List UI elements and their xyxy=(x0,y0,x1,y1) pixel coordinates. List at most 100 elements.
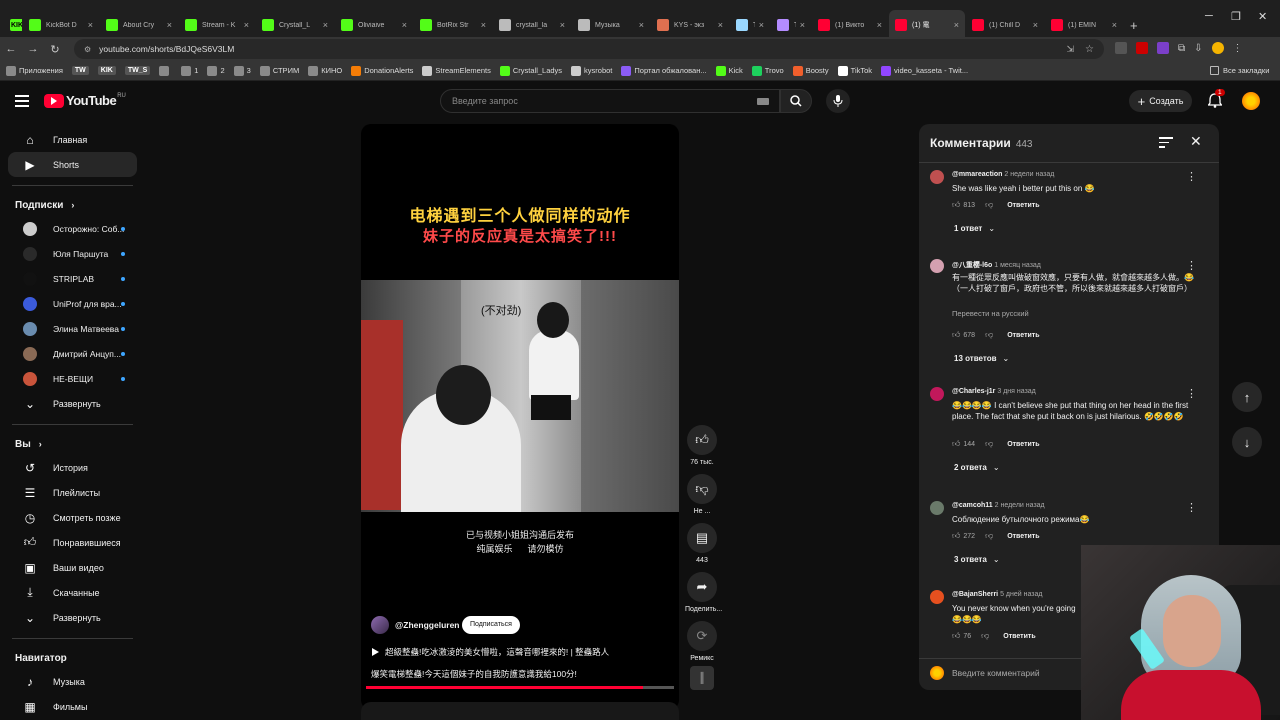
back-icon[interactable]: ← xyxy=(0,43,22,55)
close-tab-icon[interactable]: × xyxy=(402,20,407,30)
close-tab-icon[interactable]: × xyxy=(481,20,486,30)
install-icon[interactable]: ⇲ xyxy=(1066,44,1074,55)
bookmark[interactable]: Boosty xyxy=(792,65,829,76)
browser-tab[interactable]: (1) EMIN × xyxy=(1045,10,1123,40)
sidebar-item[interactable]: ⌂ Главная xyxy=(8,127,137,152)
bookmark[interactable]: Kick xyxy=(715,65,743,76)
dislike-icon[interactable]: 👎︎ xyxy=(981,631,989,641)
bookmark[interactable]: TW_S xyxy=(124,66,151,75)
bookmark[interactable]: 1 xyxy=(181,65,198,76)
bookmark[interactable]: StreamElements xyxy=(422,65,491,76)
bookmark[interactable]: Портал обжалован... xyxy=(621,65,707,76)
bookmark[interactable]: Trovo xyxy=(751,65,784,76)
close-tab-icon[interactable]: × xyxy=(167,20,172,30)
comment-avatar[interactable] xyxy=(930,590,944,604)
browser-tab[interactable]: KickBot D × xyxy=(23,10,99,40)
close-tab-icon[interactable]: × xyxy=(954,20,959,30)
dislike-icon[interactable]: 👎︎ xyxy=(985,439,993,449)
comment-input[interactable]: Введите комментарий xyxy=(952,668,1040,678)
browser-tab[interactable]: (1) 電 × xyxy=(889,10,965,40)
keyboard-icon[interactable] xyxy=(757,97,769,105)
dislike-icon[interactable]: 👎︎ xyxy=(985,200,993,210)
comments-button[interactable]: ▤ 443 xyxy=(685,523,719,564)
like-icon[interactable]: 👍︎ xyxy=(952,330,960,340)
bookmark[interactable]: video_kasseta - Twit... xyxy=(881,65,968,76)
next-short-button[interactable]: ↓ xyxy=(1232,427,1262,457)
reply-button[interactable]: Ответить xyxy=(1007,332,1039,339)
sort-icon[interactable] xyxy=(1159,137,1173,148)
subscription-item[interactable]: Юля Паршута xyxy=(8,241,137,266)
close-window-icon[interactable]: ✕ xyxy=(1258,10,1267,23)
bookmark[interactable]: kysrobot xyxy=(571,65,612,76)
sidebar-item[interactable]: ☰ Плейлисты xyxy=(8,480,137,505)
reply-button[interactable]: Ответить xyxy=(1007,533,1039,540)
replies-toggle[interactable]: 2 ответа ⌄ xyxy=(954,463,1000,472)
extension-icon[interactable] xyxy=(1136,42,1148,54)
site-info-icon[interactable]: ⚙ xyxy=(84,45,91,54)
subscription-item[interactable]: Дмитрий Анцуп... xyxy=(8,341,137,366)
comment-author[interactable]: @mmareaction xyxy=(952,171,1002,178)
comment-avatar[interactable] xyxy=(930,387,944,401)
reply-button[interactable]: Ответить xyxy=(1003,633,1035,640)
browser-tab[interactable]: BotRix Str × xyxy=(414,10,492,40)
expand-subscriptions[interactable]: ⌄ Развернуть xyxy=(8,391,137,416)
all-bookmarks[interactable]: Все закладки xyxy=(1210,66,1269,75)
close-tab-icon[interactable]: × xyxy=(560,20,565,30)
like-icon[interactable]: 👍︎ xyxy=(952,200,960,210)
like-button[interactable]: 👍︎ 76 тыс. xyxy=(685,425,719,466)
subscription-item[interactable]: STRIPLAB xyxy=(8,266,137,291)
minimize-icon[interactable]: ─ xyxy=(1205,10,1213,22)
sidebar-item[interactable]: ♪ Музыка xyxy=(8,669,137,694)
like-icon[interactable]: 👍︎ xyxy=(952,531,960,541)
extension-icon[interactable] xyxy=(1157,42,1169,54)
dislike-button[interactable]: 👎︎ Не ... xyxy=(685,474,719,515)
close-tab-icon[interactable]: × xyxy=(323,20,328,30)
subscription-item[interactable]: Элина Матвеева xyxy=(8,316,137,341)
browser-tab[interactable]: crystall_la × xyxy=(493,10,571,40)
sidebar-item[interactable]: ↺ История xyxy=(8,455,137,480)
comment-avatar[interactable] xyxy=(930,501,944,515)
notifications-button[interactable]: 1 xyxy=(1207,89,1225,113)
browser-tab[interactable]: Crystall_L × xyxy=(256,10,334,40)
close-tab-icon[interactable]: × xyxy=(1033,20,1038,30)
bookmark[interactable]: TikTok xyxy=(837,65,872,76)
bookmark[interactable]: 3 xyxy=(233,65,251,76)
close-tab-icon[interactable]: × xyxy=(88,20,93,30)
comment-avatar[interactable] xyxy=(930,170,944,184)
search-box[interactable]: Введите запрос xyxy=(440,89,780,113)
browser-tab[interactable]: TW × xyxy=(771,10,811,40)
previous-short-button[interactable]: ↑ xyxy=(1232,382,1262,412)
replies-toggle[interactable]: 13 ответов ⌄ xyxy=(954,354,1009,363)
extension-icon[interactable] xyxy=(1115,42,1127,54)
close-tab-icon[interactable]: × xyxy=(1112,20,1117,30)
bookmark[interactable]: KIK xyxy=(97,66,116,75)
play-icon[interactable] xyxy=(372,648,379,656)
menu-dots-icon[interactable]: ⋮ xyxy=(1233,43,1243,54)
comment-time[interactable]: 2 недели назад xyxy=(1004,171,1054,178)
bookmark[interactable]: СТРИМ xyxy=(259,65,299,76)
expand-you[interactable]: ⌄ Развернуть xyxy=(8,605,137,630)
search-button[interactable] xyxy=(780,89,812,113)
browser-tab[interactable]: KIK xyxy=(4,10,22,40)
comment-author[interactable]: @八重櫻-l6o xyxy=(952,262,992,269)
dislike-icon[interactable]: 👎︎ xyxy=(985,330,993,340)
comment-avatar[interactable] xyxy=(930,259,944,273)
comment-menu-icon[interactable]: ⋮ xyxy=(1186,170,1197,183)
comment-author[interactable]: @Charles-j1r xyxy=(952,388,995,395)
like-icon[interactable]: 👍︎ xyxy=(952,631,960,641)
close-tab-icon[interactable]: × xyxy=(718,20,723,30)
remix-button[interactable]: ⟳ Ремикс xyxy=(685,621,719,662)
profile-avatar[interactable] xyxy=(1211,42,1224,54)
bookmark[interactable] xyxy=(159,65,172,76)
star-icon[interactable]: ☆ xyxy=(1085,44,1094,55)
new-tab-icon[interactable]: + xyxy=(1130,18,1138,33)
browser-tab[interactable]: Oliviaive × xyxy=(335,10,413,40)
comment-menu-icon[interactable]: ⋮ xyxy=(1186,501,1197,514)
close-comments-icon[interactable]: ✕ xyxy=(1190,133,1202,150)
sidebar-item[interactable]: ◷ Смотреть позже xyxy=(8,505,137,530)
replies-toggle[interactable]: 1 ответ ⌄ xyxy=(954,224,995,233)
sidebar-item[interactable]: ▣ Ваши видео xyxy=(8,555,137,580)
bookmark[interactable]: DonationAlerts xyxy=(351,65,413,76)
sidebar-item[interactable]: ▦ Фильмы xyxy=(8,694,137,719)
comment-author[interactable]: @BajanSherri xyxy=(952,591,998,598)
